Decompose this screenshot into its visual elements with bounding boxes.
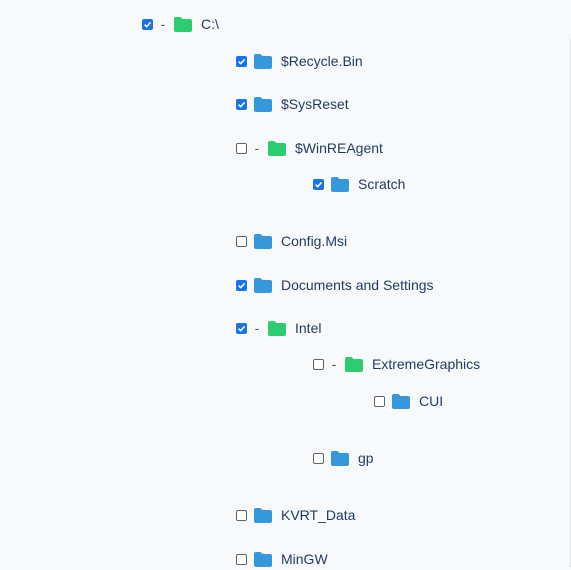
folder-icon (331, 176, 349, 192)
node-label[interactable]: Intel (295, 320, 321, 336)
checkbox[interactable] (236, 235, 247, 247)
folder-icon (254, 551, 272, 567)
tree-node-recycle-bin[interactable]: $Recycle.Bin (236, 50, 363, 72)
checkbox[interactable] (236, 322, 247, 334)
node-label[interactable]: $SysReset (281, 96, 349, 112)
checkbox[interactable] (236, 509, 247, 521)
checkbox[interactable] (236, 98, 247, 110)
tree-node-kvrt-data[interactable]: KVRT_Data (236, 504, 355, 526)
tree-node-config-msi[interactable]: Config.Msi (236, 230, 347, 252)
node-label[interactable]: gp (358, 450, 374, 466)
checkbox[interactable] (142, 18, 153, 30)
tree-node-scratch[interactable]: Scratch (313, 173, 405, 195)
tree-node-documents-and-settings[interactable]: Documents and Settings (236, 274, 434, 296)
checkbox[interactable] (236, 553, 247, 565)
collapse-toggle[interactable]: - (159, 17, 167, 31)
folder-open-icon (174, 16, 192, 32)
tree-node-cui[interactable]: CUI (374, 390, 443, 412)
tree-node-c-drive[interactable]: - C:\ (142, 13, 219, 35)
folder-icon (392, 393, 410, 409)
tree-node-winreagent[interactable]: - $WinREAgent (236, 137, 383, 159)
node-label[interactable]: $WinREAgent (295, 140, 383, 156)
node-label[interactable]: Documents and Settings (281, 277, 434, 293)
checkbox[interactable] (313, 452, 324, 464)
checkbox[interactable] (236, 55, 247, 67)
node-label[interactable]: ExtremeGraphics (372, 356, 480, 372)
node-label[interactable]: C:\ (201, 16, 219, 32)
collapse-toggle[interactable]: - (253, 321, 261, 335)
tree-node-gp[interactable]: gp (313, 447, 374, 469)
tree-node-extremegraphics[interactable]: - ExtremeGraphics (313, 353, 480, 375)
collapse-toggle[interactable]: - (253, 141, 261, 155)
checkbox[interactable] (313, 358, 324, 370)
node-label[interactable]: $Recycle.Bin (281, 53, 363, 69)
folder-open-icon (268, 140, 286, 156)
node-label[interactable]: Scratch (358, 176, 405, 192)
folder-icon (254, 233, 272, 249)
tree-node-sysreset[interactable]: $SysReset (236, 93, 349, 115)
node-label[interactable]: CUI (419, 393, 443, 409)
folder-icon (254, 53, 272, 69)
node-label[interactable]: MinGW (281, 551, 328, 567)
folder-open-icon (345, 356, 363, 372)
node-label[interactable]: Config.Msi (281, 233, 347, 249)
folder-open-icon (268, 320, 286, 336)
collapse-toggle[interactable]: - (330, 357, 338, 371)
node-label[interactable]: KVRT_Data (281, 507, 355, 523)
checkbox[interactable] (236, 142, 247, 154)
folder-icon (331, 450, 349, 466)
folder-icon (254, 507, 272, 523)
folder-icon (254, 96, 272, 112)
folder-icon (254, 277, 272, 293)
checkbox[interactable] (313, 178, 324, 190)
checkbox[interactable] (374, 395, 385, 407)
tree-node-intel[interactable]: - Intel (236, 317, 321, 339)
checkbox[interactable] (236, 279, 247, 291)
